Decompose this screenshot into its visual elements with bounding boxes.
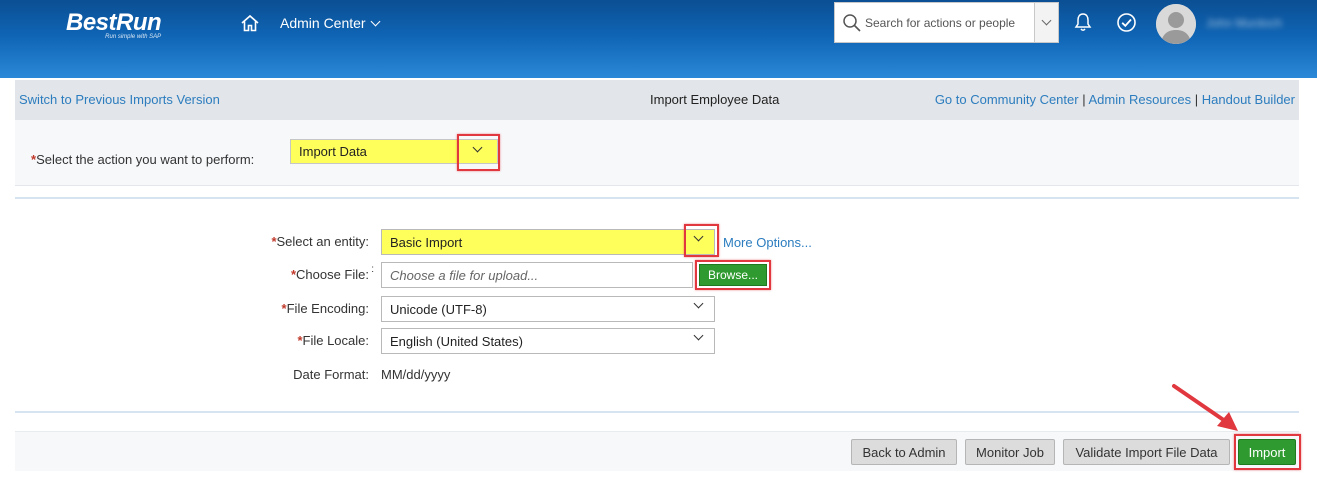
chevron-down-icon (693, 330, 704, 341)
date-format-label: Date Format: (293, 367, 369, 382)
file-label: *Choose File:: (290, 264, 374, 282)
validate-import-button[interactable]: Validate Import File Data (1063, 439, 1230, 465)
chevron-down-icon (693, 298, 704, 309)
shell-header: BestRun Run simple with SAP Admin Center (0, 0, 1317, 78)
link-separator: | (1194, 92, 1199, 107)
entity-select[interactable]: Basic Import (381, 229, 715, 255)
callout-arrow-icon (1172, 384, 1238, 431)
page-subheader: Switch to Previous Imports Version Impor… (15, 80, 1299, 120)
more-options-link[interactable]: More Options... (723, 235, 812, 250)
home-icon[interactable] (240, 14, 260, 32)
locale-label: *File Locale: (297, 333, 369, 348)
locale-select-value: English (United States) (390, 333, 523, 349)
file-upload-field[interactable]: Choose a file for upload... (381, 262, 693, 288)
callout-box-import (1234, 434, 1301, 470)
logo-text-run: Run (116, 9, 162, 36)
monitor-job-button[interactable]: Monitor Job (965, 439, 1055, 465)
user-name[interactable]: John Murdoch (1206, 16, 1296, 30)
logo-text-best: Best (66, 9, 117, 36)
bell-icon[interactable] (1073, 12, 1093, 32)
entity-select-value: Basic Import (390, 234, 463, 250)
admin-center-label: Admin Center (280, 15, 366, 31)
encoding-select[interactable]: Unicode (UTF-8) (381, 296, 715, 322)
resource-links: Go to Community Center | Admin Resources… (935, 92, 1295, 107)
callout-box-entity-dropdown (684, 224, 719, 257)
bestrun-logo[interactable]: BestRun Run simple with SAP (66, 9, 162, 41)
page-title: Import Employee Data (650, 92, 780, 107)
chevron-down-icon (370, 16, 381, 26)
avatar[interactable] (1156, 4, 1196, 44)
link-separator: | (1082, 92, 1086, 107)
date-format-value: MM/dd/yyyy (381, 367, 451, 382)
action-panel: *Select the action you want to perform: … (15, 120, 1299, 186)
chevron-down-icon (1041, 15, 1052, 26)
admin-resources-link[interactable]: Admin Resources (1089, 92, 1192, 107)
entity-label: *Select an entity: (271, 234, 369, 249)
community-center-link[interactable]: Go to Community Center (935, 92, 1079, 107)
callout-box-action-dropdown (457, 134, 500, 171)
handout-builder-link[interactable]: Handout Builder (1202, 92, 1295, 107)
callout-box-browse (695, 260, 771, 290)
search-icon (843, 13, 861, 32)
action-select-value: Import Data (299, 144, 367, 159)
user-silhouette-icon (1156, 4, 1196, 44)
check-circle-icon[interactable] (1116, 12, 1137, 33)
action-label-text: Select the action you want to perform: (36, 152, 255, 167)
search-input[interactable] (865, 15, 1030, 30)
locale-select[interactable]: English (United States) (381, 328, 715, 354)
section-divider (15, 411, 1299, 413)
encoding-select-value: Unicode (UTF-8) (390, 301, 487, 317)
search-box[interactable] (834, 2, 1059, 43)
search-scope-dropdown[interactable] (1034, 3, 1058, 42)
encoding-label: *File Encoding: (281, 301, 369, 316)
section-divider (15, 197, 1299, 199)
back-to-admin-button[interactable]: Back to Admin (851, 439, 957, 465)
action-label: *Select the action you want to perform: (31, 152, 254, 167)
file-upload-placeholder: Choose a file for upload... (390, 267, 539, 283)
switch-version-link[interactable]: Switch to Previous Imports Version (19, 92, 220, 107)
admin-center-menu[interactable]: Admin Center (280, 15, 381, 31)
